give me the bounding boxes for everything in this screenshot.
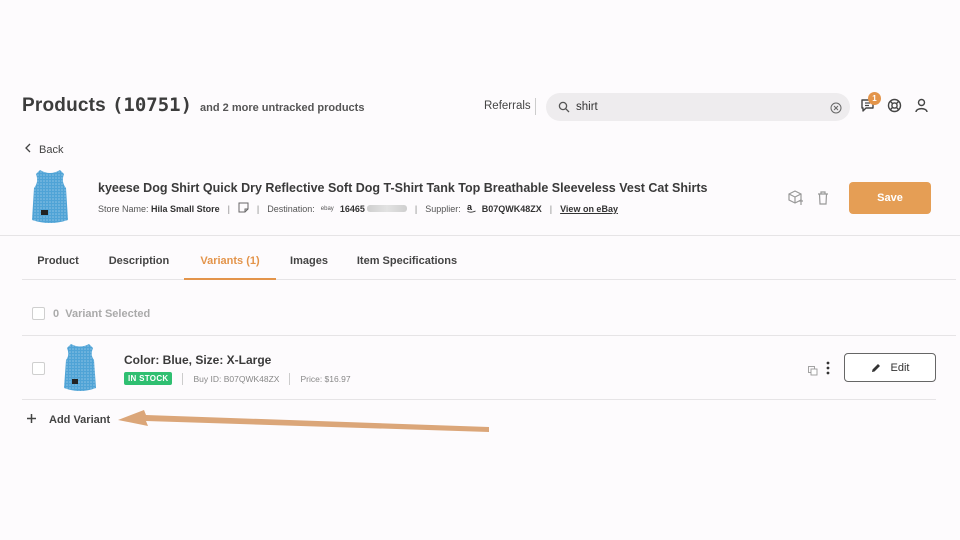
tab-description[interactable]: Description <box>100 244 178 280</box>
search-bar[interactable] <box>546 93 850 121</box>
product-meta: Store Name: Hila Small Store | | Destina… <box>98 202 618 215</box>
meta-separator: | <box>227 203 230 214</box>
redacted-id <box>366 205 407 212</box>
ebay-logo: ebay <box>320 205 334 212</box>
tab-product[interactable]: Product <box>26 244 90 280</box>
page-title-text: Products <box>22 95 106 116</box>
meta-separator: | <box>256 203 260 214</box>
tab-variants[interactable]: Variants (1) <box>184 244 276 280</box>
amazon-icon: a <box>467 202 476 215</box>
meta-separator <box>182 372 184 385</box>
variant-meta: IN STOCK Buy ID: B07QWK48ZX Price: $16.9… <box>124 372 351 385</box>
product-count: (10751) <box>111 94 193 116</box>
destination-label: Destination: <box>267 203 315 214</box>
variant-checkbox[interactable] <box>32 362 45 375</box>
referrals-link[interactable]: Referrals <box>484 100 531 112</box>
help-lifebuoy-icon[interactable] <box>887 98 903 114</box>
plus-icon <box>26 413 37 427</box>
tab-bar: Product Description Variants (1) Images … <box>22 244 956 280</box>
trash-icon[interactable] <box>817 191 829 210</box>
destination-id: 16465 <box>339 203 365 214</box>
meta-separator <box>289 372 291 385</box>
chevron-left-icon <box>24 143 31 156</box>
svg-text:a: a <box>467 202 473 212</box>
pencil-icon <box>871 363 880 372</box>
supplier-id: B07QWK48ZX <box>481 203 542 214</box>
back-label: Back <box>39 143 64 156</box>
more-options-icon[interactable] <box>824 360 832 376</box>
select-all-checkbox[interactable] <box>32 307 45 320</box>
divider <box>535 98 536 115</box>
tab-images[interactable]: Images <box>282 244 336 280</box>
back-link[interactable]: Back <box>24 143 63 156</box>
notification-badge: 1 <box>868 92 881 105</box>
package-sync-icon[interactable] <box>787 189 805 212</box>
clear-search-icon[interactable] <box>830 101 842 119</box>
tab-item-specifications[interactable]: Item Specifications <box>352 244 462 280</box>
supplier-label: Supplier: <box>425 203 461 214</box>
add-variant-button[interactable]: Add Variant <box>26 413 110 427</box>
variant-image <box>60 342 100 394</box>
edit-label: Edit <box>890 361 910 374</box>
meta-separator: | <box>414 203 418 214</box>
variant-selected-count: 0 Variant Selected <box>53 307 151 320</box>
edit-variant-button[interactable]: Edit <box>844 353 936 382</box>
divider <box>0 235 960 236</box>
in-stock-badge: IN STOCK <box>124 372 173 385</box>
variant-selection-bar: 0 Variant Selected <box>32 307 150 320</box>
search-input[interactable] <box>576 99 816 115</box>
store-name: Hila Small Store <box>151 203 220 214</box>
variant-price: Price: $16.97 <box>300 373 351 384</box>
user-icon[interactable] <box>914 98 930 114</box>
store-label: Store Name: <box>98 203 149 214</box>
add-variant-label: Add Variant <box>49 414 111 426</box>
search-icon <box>558 100 570 118</box>
note-icon[interactable] <box>238 202 249 215</box>
product-title: kyeese Dog Shirt Quick Dry Reflective So… <box>98 181 708 195</box>
meta-separator: | <box>549 203 553 214</box>
copy-icon[interactable] <box>808 363 818 381</box>
view-on-ebay-link[interactable]: View on eBay <box>560 204 618 214</box>
product-image <box>28 168 72 226</box>
variant-title: Color: Blue, Size: X-Large <box>124 353 272 367</box>
save-button[interactable]: Save <box>849 182 931 214</box>
untracked-products-note: and 2 more untracked products <box>200 102 365 114</box>
divider <box>22 335 956 336</box>
page-title: Products (10751) and 2 more untracked pr… <box>22 94 364 117</box>
divider <box>22 399 936 400</box>
variant-buy-id: Buy ID: B07QWK48ZX <box>193 373 280 384</box>
